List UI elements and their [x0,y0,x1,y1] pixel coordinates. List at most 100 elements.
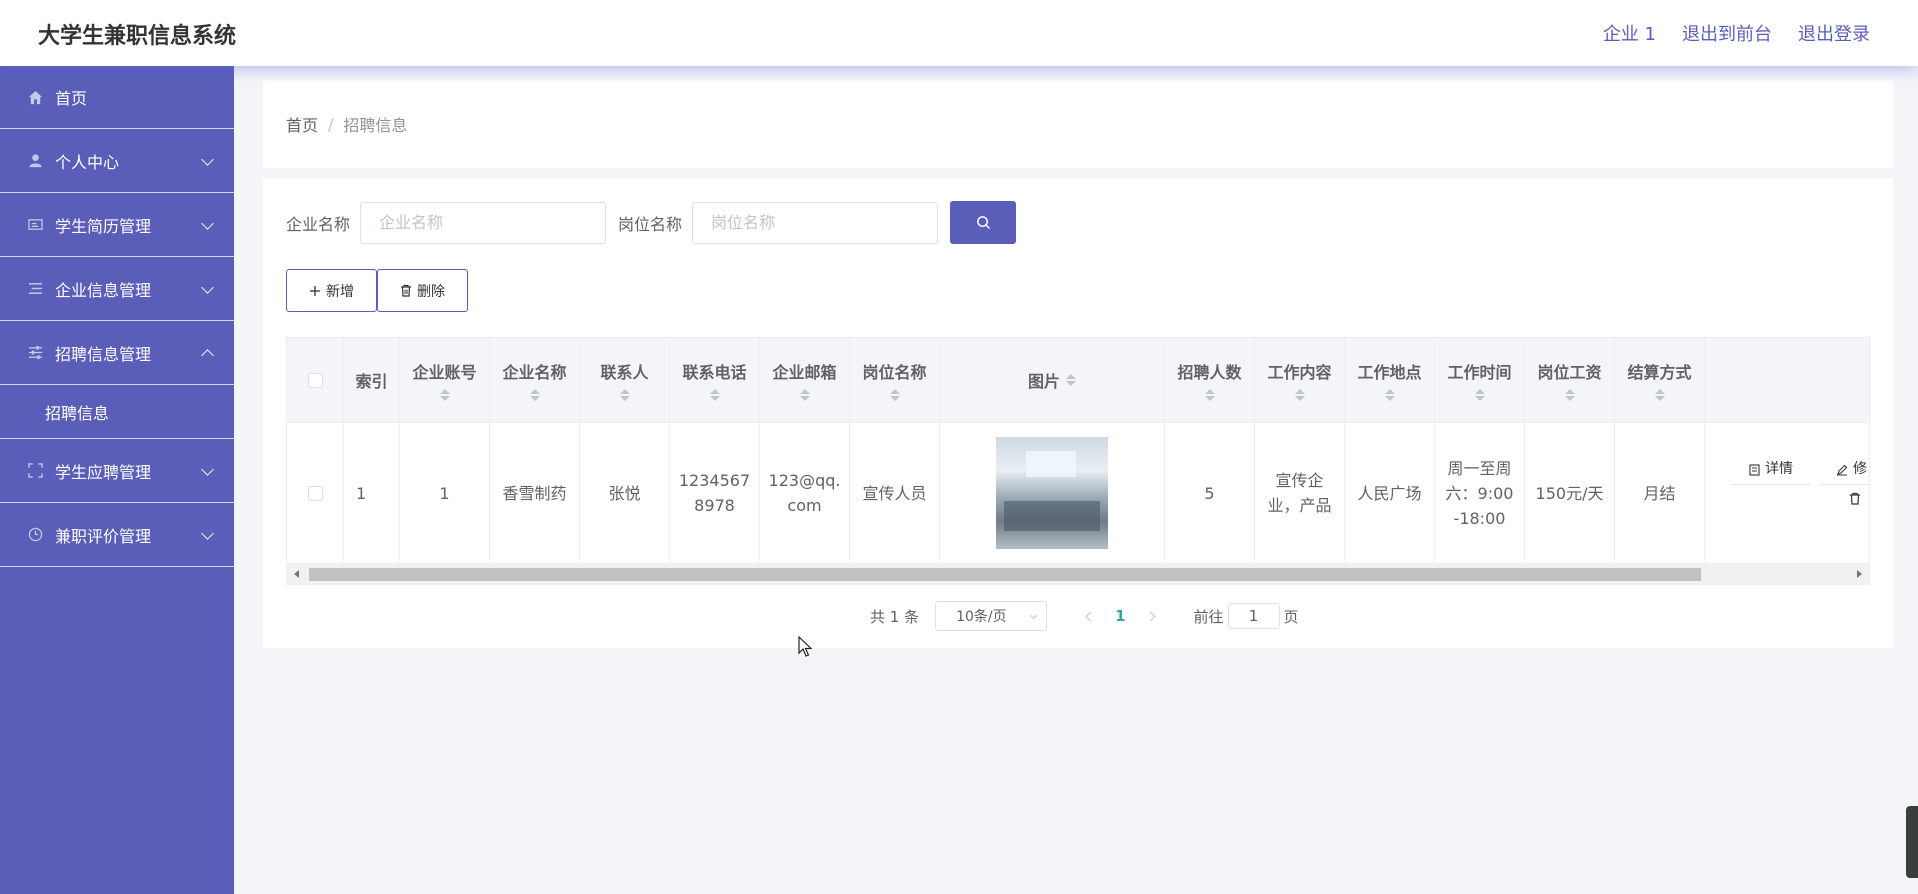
sort-icon[interactable] [1066,374,1076,386]
delete-button[interactable]: 删除 [377,269,468,312]
search-icon [976,216,990,230]
user-icon [28,153,43,168]
sidebar-item-label: 兼职评价管理 [55,526,152,546]
company-name-label: 企业名称 [286,214,351,234]
id-card-icon [28,217,43,232]
breadcrumb: 首页 / 招聘信息 [263,80,1893,168]
job-name-input[interactable] [692,201,939,244]
column-header-content[interactable]: 工作内容 [1255,338,1345,422]
recruitment-table: 索引 企业账号 企业名称 联系人 联系电话 企业邮箱 岗位名称 图片 招聘人数 … [286,337,1870,585]
sidebar-item-label: 学生应聘管理 [55,462,152,482]
cell-email: 123@qq.com [760,423,850,563]
sidebar-item-application-management[interactable]: 学生应聘管理 [0,439,234,503]
goto-suffix: 页 [1283,607,1299,626]
prev-page-button[interactable] [1083,606,1097,626]
delete-button-label: 删除 [417,283,445,300]
sort-icon[interactable] [1474,389,1485,401]
sidebar-item-evaluation-management[interactable]: 兼职评价管理 [0,503,234,567]
sort-icon[interactable] [889,389,900,401]
table-row: 1 1 香雪制药 张悦 12345678978 123@qq.com 宣传人员 … [287,423,1869,563]
column-header-operations: 操 [1705,338,1869,422]
column-header-phone[interactable]: 联系电话 [670,338,760,422]
chevron-down-icon [201,153,214,166]
column-header-location[interactable]: 工作地点 [1345,338,1435,422]
cell-time: 周一至周六：9:00-18:00 [1435,423,1525,563]
scrollbar-thumb[interactable] [309,568,1701,581]
cell-content: 宣传企业，产品 [1255,423,1345,563]
column-header-company[interactable]: 企业名称 [490,338,580,422]
search-button[interactable] [950,201,1017,244]
row-checkbox-cell [287,423,344,563]
sort-icon[interactable] [799,389,810,401]
column-header-account[interactable]: 企业账号 [400,338,490,422]
column-header-image[interactable]: 图片 [940,338,1165,422]
detail-button[interactable]: 详情 [1731,455,1811,485]
sidebar-subitem-recruitment-info[interactable]: 招聘信息 [0,385,234,439]
pagination: 共 1 条 10条/页 1 前往 页 [870,601,1299,631]
scroll-right-arrow-icon[interactable] [1857,570,1862,578]
chevron-down-icon [201,281,214,294]
chevron-up-icon [201,349,214,362]
sort-icon[interactable] [529,389,540,401]
frame-icon [28,463,43,478]
select-all-checkbox[interactable] [307,372,323,388]
sort-icon[interactable] [1294,389,1305,401]
sort-icon[interactable] [1384,389,1395,401]
column-header-settlement[interactable]: 结算方式 [1615,338,1705,422]
sidebar-item-resume-management[interactable]: 学生简历管理 [0,193,234,257]
column-header-count[interactable]: 招聘人数 [1165,338,1255,422]
horizontal-scrollbar[interactable] [287,563,1869,584]
cell-job: 宣传人员 [850,423,940,563]
job-name-label: 岗位名称 [618,214,683,234]
logout-link[interactable]: 退出登录 [1798,20,1870,46]
column-header-job[interactable]: 岗位名称 [850,338,940,422]
cell-location: 人民广场 [1345,423,1435,563]
add-button[interactable]: 新增 [286,269,377,312]
list-icon [28,281,43,296]
sort-icon[interactable] [1654,389,1665,401]
chevron-down-icon [1030,611,1038,620]
back-to-front-link[interactable]: 退出到前台 [1682,20,1772,46]
edge-widget[interactable] [1906,806,1918,878]
sidebar-item-home[interactable]: 首页 [0,66,234,129]
sort-icon[interactable] [619,389,630,401]
scroll-left-arrow-icon[interactable] [294,570,299,578]
sidebar-item-recruitment-management[interactable]: 招聘信息管理 [0,321,234,385]
column-header-contact[interactable]: 联系人 [580,338,670,422]
sidebar-item-label: 首页 [55,89,88,108]
chevron-down-icon [201,463,214,476]
sort-icon[interactable] [1204,389,1215,401]
document-icon [1749,463,1760,476]
app-title: 大学生兼职信息系统 [38,24,237,49]
goto-page-input[interactable] [1227,603,1280,629]
row-delete-button[interactable] [1833,483,1869,513]
column-header-salary[interactable]: 岗位工资 [1525,338,1615,422]
trash-icon [401,284,411,297]
sidebar-item-personal-center[interactable]: 个人中心 [0,129,234,193]
sidebar-item-company-management[interactable]: 企业信息管理 [0,257,234,321]
column-header-time[interactable]: 工作时间 [1435,338,1525,422]
action-buttons: 新增 删除 [286,269,468,312]
cell-company: 香雪制药 [490,423,580,563]
sort-icon[interactable] [1564,389,1575,401]
sidebar-item-label: 学生简历管理 [55,216,152,236]
page-size-select[interactable]: 10条/页 [935,601,1048,631]
company-name-input[interactable] [360,201,607,244]
sidebar-item-label: 企业信息管理 [55,280,152,300]
page-number-current[interactable]: 1 [1115,607,1125,625]
goto-page: 前往 页 [1194,603,1299,629]
edit-button[interactable]: 修 [1820,455,1869,485]
office-photo[interactable] [996,437,1108,549]
column-header-email[interactable]: 企业邮箱 [760,338,850,422]
sort-icon[interactable] [709,389,720,401]
breadcrumb-separator: / [328,114,334,134]
row-checkbox[interactable] [307,485,323,501]
account-name-link[interactable]: 企业 1 [1603,20,1656,46]
plus-icon [310,285,320,296]
sort-icon[interactable] [439,389,450,401]
next-page-button[interactable] [1144,606,1158,626]
pagination-total: 共 1 条 [870,607,920,626]
cell-index: 1 [344,423,400,563]
breadcrumb-home[interactable]: 首页 [286,112,318,136]
cell-account: 1 [400,423,490,563]
